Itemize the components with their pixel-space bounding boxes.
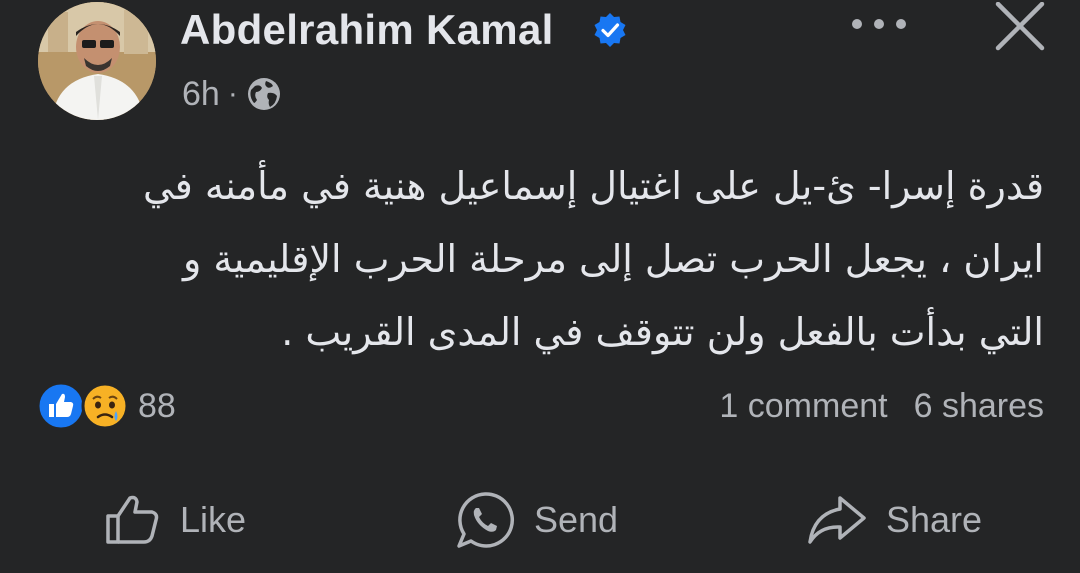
globe-icon	[247, 78, 280, 110]
more-options-icon[interactable]	[846, 4, 912, 44]
close-icon[interactable]	[990, 2, 1050, 52]
post-text-line: التي بدأت بالفعل ولن تتوقف في المدى القر…	[281, 310, 1044, 354]
sad-reaction-icon	[81, 382, 129, 430]
like-label: Like	[180, 499, 247, 540]
post-header: Abdelrahim Kamal 6h ·	[0, 0, 1080, 130]
avatar-image	[38, 2, 156, 120]
post-time[interactable]: 6h	[182, 75, 220, 114]
share-count[interactable]: 6 shares	[914, 387, 1044, 426]
verified-badge-icon	[594, 13, 626, 47]
post-meta: 6h ·	[182, 74, 282, 114]
send-button[interactable]: Send	[454, 480, 618, 560]
reaction-count: 88	[138, 386, 176, 425]
post-stats: 1 comment 6 shares	[719, 382, 1044, 430]
author-avatar[interactable]	[38, 2, 156, 120]
post-text-line: قدرة إسرا- ئ-يل على اغتيال إسماعيل هنية …	[142, 164, 1044, 208]
whatsapp-icon	[457, 492, 515, 548]
post-text: قدرة إسرا- ئ-يل على اغتيال إسماعيل هنية …	[44, 150, 1044, 369]
action-bar: Like Send Share	[0, 480, 1080, 560]
share-arrow-icon	[808, 496, 866, 544]
like-reaction-icon	[36, 381, 86, 431]
send-label: Send	[534, 499, 619, 540]
post-card: Abdelrahim Kamal 6h · قدرة إسرا- ئ-يل عل	[0, 0, 1080, 573]
share-label: Share	[886, 499, 983, 540]
meta-separator: ·	[227, 77, 238, 110]
share-button[interactable]: Share	[806, 480, 982, 560]
thumbs-up-icon	[106, 495, 159, 544]
like-button[interactable]: Like	[104, 480, 246, 560]
reactions-summary[interactable]: 88	[36, 380, 176, 432]
comment-count[interactable]: 1 comment	[719, 387, 887, 426]
post-text-line: ايران ، يجعل الحرب تصل إلى مرحلة الحرب ا…	[182, 237, 1044, 281]
author-name[interactable]: Abdelrahim Kamal	[180, 6, 554, 54]
